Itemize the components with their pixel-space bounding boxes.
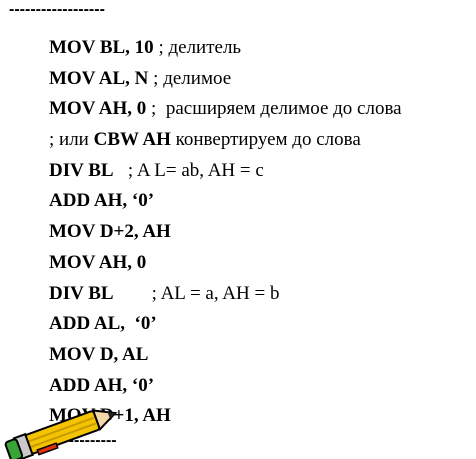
code-line-6: ADD AH, ‘0’: [49, 186, 476, 217]
instruction: MOV AH, 0: [49, 98, 147, 120]
code-line-3: MOV AH, 0 ; расширяем делимое до слова: [49, 94, 476, 125]
instruction: MOV BL, 10: [49, 37, 154, 58]
instruction: MOV AH, 0: [49, 251, 147, 273]
code-line-4: ; или CBW AH конвертируем до слова: [49, 125, 476, 156]
comment-prefix: ; или: [49, 129, 94, 151]
comment: конвертируем до слова: [170, 129, 361, 151]
instruction: DIV BL: [49, 282, 114, 304]
comment: ; делимое: [148, 67, 232, 89]
comment: ; делитель: [153, 37, 242, 58]
comment: ; A L= ab, AH = c: [113, 159, 264, 181]
code-line-8: MOV AH, 0: [49, 248, 476, 279]
instruction: ADD AH, ‘0’: [49, 374, 155, 396]
instruction: MOV AL, N: [49, 67, 149, 89]
instruction: MOV D, AL: [49, 343, 149, 365]
code-line-12: ADD AH, ‘0’: [49, 371, 476, 402]
instruction: DIV BL: [49, 159, 114, 181]
pencil-icon: [4, 409, 118, 459]
instruction: MOV D+2, AH: [49, 221, 171, 243]
comment: ; расширяем делимое до слова: [146, 98, 402, 120]
code-line-5: DIV BL ; A L= ab, AH = c: [49, 156, 476, 187]
comment: ; AL = a, AH = b: [113, 282, 280, 304]
code-line-10: ADD AL, ‘0’: [49, 309, 476, 340]
code-line-7: MOV D+2, AH: [49, 217, 476, 248]
instruction: CBW AH: [93, 129, 171, 151]
instruction: ADD AH, ‘0’: [49, 190, 155, 212]
code-line-1: MOV BL, 10 ; делитель: [49, 33, 476, 64]
code-line-9: DIV BL ; AL = a, AH = b: [49, 279, 476, 310]
code-line-11: MOV D, AL: [49, 340, 476, 371]
instruction: ADD AL, ‘0’: [49, 313, 157, 335]
top-separator: ------------------: [9, 1, 105, 18]
assembly-code-block: MOV BL, 10 ; делитель MOV AL, N ; делимо…: [49, 33, 476, 432]
code-line-2: MOV AL, N ; делимое: [49, 64, 476, 95]
